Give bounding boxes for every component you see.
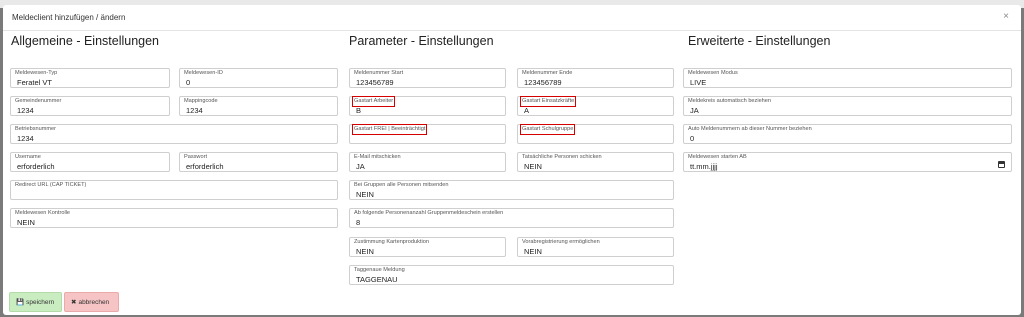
meldewesen-id-input[interactable]: Meldewesen-ID 0: [179, 68, 338, 88]
save-button[interactable]: 💾 speichern: [9, 292, 62, 312]
field-value: B: [356, 106, 362, 115]
dialog-header: Meldeclient hinzufügen / ändern ×: [3, 5, 1021, 31]
field-label: Meldenummer Ende: [522, 70, 573, 76]
field-label: Redirect URL (CAP TICKET): [15, 182, 87, 188]
floppy-icon: 💾: [16, 299, 25, 306]
betriebsnummer-input[interactable]: Betriebsnummer 1234: [10, 124, 338, 144]
gastart-schulgruppe-input[interactable]: Gastart Schulgruppe: [517, 124, 674, 144]
gastart-frei-input[interactable]: Gastart FREI | Beeinträchtigt: [349, 124, 506, 144]
x-icon: ✖: [71, 299, 77, 306]
field-label: Taggenaue Meldung: [354, 267, 405, 273]
field-label: Tatsächliche Personen schicken: [522, 154, 602, 160]
section-title-general: Allgemeine - Einstellungen: [11, 34, 160, 48]
field-value: Feratel VT: [17, 78, 53, 87]
passwort-input[interactable]: Passwort erforderlich: [179, 152, 338, 172]
field-label: E-Mail mitschicken: [354, 154, 401, 160]
field-label: Betriebsnummer: [15, 126, 57, 132]
save-button-label: speichern: [26, 299, 55, 306]
field-label: Meldewesen-Typ: [15, 70, 58, 76]
username-input[interactable]: Username erforderlich: [10, 152, 170, 172]
field-value: 0: [690, 134, 695, 143]
field-label: Gemeindenummer: [15, 98, 62, 104]
gruppen-alle-personen-select[interactable]: Bei Gruppen alle Personen mitsenden NEIN: [349, 180, 674, 200]
field-value: 1234: [186, 106, 203, 115]
field-label-highlighted: Gastart Arbeiter: [351, 96, 396, 107]
tatsaechliche-personen-select[interactable]: Tatsächliche Personen schicken NEIN: [517, 152, 674, 172]
section-title-params: Parameter - Einstellungen: [349, 34, 494, 48]
zustimmung-kartenproduktion-select[interactable]: Zustimmung Kartenproduktion NEIN: [349, 237, 506, 257]
field-label: Username: [15, 154, 41, 160]
field-value: erforderlich: [17, 162, 55, 171]
field-label: Mappingcode: [184, 98, 218, 104]
field-value: A: [524, 106, 530, 115]
field-label-highlighted: Gastart Schulgruppe: [519, 124, 576, 135]
field-label: Bei Gruppen alle Personen mitsenden: [354, 182, 449, 188]
auto-meldenummern-input[interactable]: Auto Meldenummern ab dieser Nummer bezie…: [683, 124, 1012, 144]
field-label: Meldewesen Kontrolle: [15, 210, 71, 216]
email-mitschicken-select[interactable]: E-Mail mitschicken JA: [349, 152, 506, 172]
field-label: Meldewesen starten AB: [688, 154, 747, 160]
meldenummer-start-input[interactable]: Meldenummer Start 123456789: [349, 68, 506, 88]
dialog-title: Meldeclient hinzufügen / ändern: [12, 13, 126, 22]
cancel-button[interactable]: ✖ abbrechen: [64, 292, 119, 312]
field-label: Zustimmung Kartenproduktion: [354, 239, 429, 245]
field-value: 0: [186, 78, 191, 87]
field-value: 8: [356, 218, 361, 227]
field-label: Passwort: [184, 154, 208, 160]
field-value: NEIN: [524, 162, 542, 171]
field-label: Meldekreis automatisch beziehen: [688, 98, 772, 104]
field-value: NEIN: [524, 247, 542, 256]
gemeindenummer-input[interactable]: Gemeindenummer 1234: [10, 96, 170, 116]
section-title-extended: Erweiterte - Einstellungen: [688, 34, 831, 48]
field-label: Auto Meldenummern ab dieser Nummer bezie…: [688, 126, 812, 132]
meldenummer-ende-input[interactable]: Meldenummer Ende 123456789: [517, 68, 674, 88]
field-value: 1234: [17, 106, 34, 115]
field-value: TAGGENAU: [356, 275, 398, 284]
meldekreis-select[interactable]: Meldekreis automatisch beziehen JA: [683, 96, 1012, 116]
field-label: Meldenummer Start: [354, 70, 404, 76]
kontrolle-select[interactable]: Meldewesen Kontrolle NEIN: [10, 208, 338, 228]
redirect-url-input[interactable]: Redirect URL (CAP TICKET): [10, 180, 338, 200]
field-value: NEIN: [356, 190, 374, 199]
close-icon[interactable]: ×: [1003, 11, 1009, 22]
meldewesen-starten-ab-date[interactable]: Meldewesen starten AB tt.mm.jjjj: [683, 152, 1012, 172]
taggenaue-meldung-select[interactable]: Taggenaue Meldung TAGGENAU: [349, 265, 674, 285]
field-value: NEIN: [356, 247, 374, 256]
field-value: tt.mm.jjjj: [690, 162, 718, 171]
field-value: 123456789: [356, 78, 394, 87]
calendar-icon[interactable]: [998, 161, 1005, 168]
vorabregistrierung-select[interactable]: Vorabregistrierung ermöglichen NEIN: [517, 237, 674, 257]
gastart-arbeiter-input[interactable]: Gastart Arbeiter B: [349, 96, 506, 116]
meldewesen-modus-select[interactable]: Meldewesen Modus LIVE: [683, 68, 1012, 88]
gastart-einsatzkraefte-input[interactable]: Gastart Einsatzkräfte A: [517, 96, 674, 116]
field-value: JA: [356, 162, 365, 171]
mappingcode-input[interactable]: Mappingcode 1234: [179, 96, 338, 116]
field-label: Vorabregistrierung ermöglichen: [522, 239, 600, 245]
field-label: Meldewesen Modus: [688, 70, 738, 76]
field-value: 1234: [17, 134, 34, 143]
field-value: JA: [690, 106, 699, 115]
meldewesen-typ-select[interactable]: Meldewesen-Typ Feratel VT: [10, 68, 170, 88]
field-label: Ab folgende Personenanzahl Gruppenmeldes…: [354, 210, 504, 216]
field-value: NEIN: [17, 218, 35, 227]
field-label-highlighted: Gastart FREI | Beeinträchtigt: [351, 124, 428, 135]
field-value: 123456789: [524, 78, 562, 87]
meldeclient-dialog: Meldeclient hinzufügen / ändern × Allgem…: [3, 5, 1021, 315]
field-value: erforderlich: [186, 162, 224, 171]
field-label-highlighted: Gastart Einsatzkräfte: [519, 96, 577, 107]
cancel-button-label: abbrechen: [78, 299, 110, 306]
personenanzahl-input[interactable]: Ab folgende Personenanzahl Gruppenmeldes…: [349, 208, 674, 228]
field-label: Meldewesen-ID: [184, 70, 223, 76]
field-value: LIVE: [690, 78, 707, 87]
